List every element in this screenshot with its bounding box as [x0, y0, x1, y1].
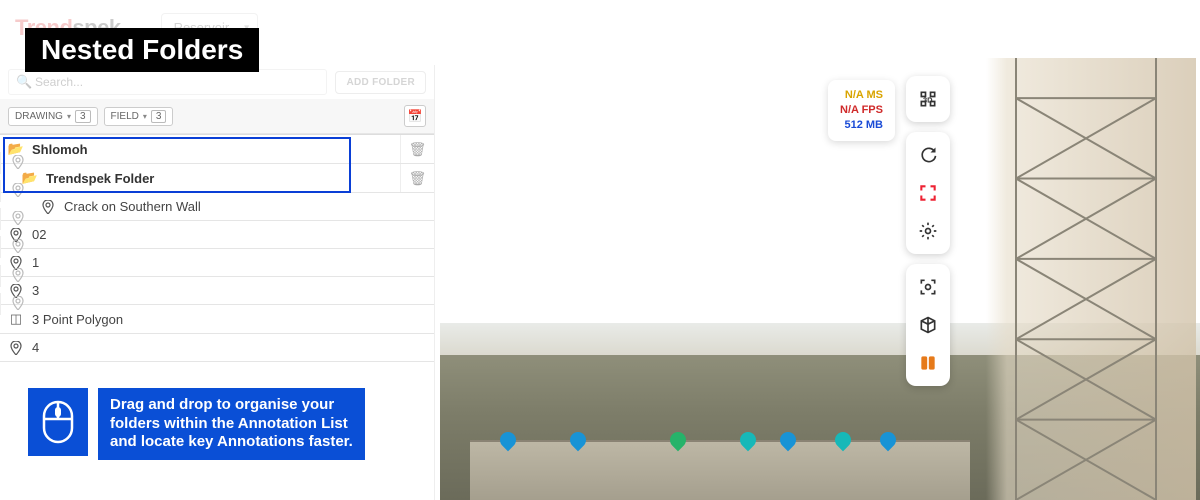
- annotation-pin[interactable]: [740, 432, 756, 454]
- trash-icon: 🗑: [409, 170, 427, 187]
- 3d-icon: 3D: [918, 89, 938, 109]
- annotation-row[interactable]: 1: [0, 249, 434, 277]
- filter-drawing-label: DRAWING: [15, 111, 63, 122]
- svg-text:3D: 3D: [923, 95, 933, 104]
- delete-button[interactable]: 🗑: [400, 135, 434, 163]
- pin-outline-icon: [12, 155, 24, 172]
- fullscreen-icon: [918, 183, 938, 203]
- row-label: Crack on Southern Wall: [64, 199, 201, 214]
- row-label: Trendspek Folder: [46, 171, 154, 186]
- filter-field-label: FIELD: [111, 111, 139, 122]
- pin-outline-icon: [12, 211, 24, 228]
- viewer-stats: N/A MS N/A FPS 512 MB: [828, 80, 895, 141]
- delete-button[interactable]: 🗑: [400, 164, 434, 192]
- focus-icon: [918, 277, 938, 297]
- stat-mb: 512 MB: [840, 118, 883, 133]
- annotation-row[interactable]: 02: [0, 221, 434, 249]
- locate-button[interactable]: [0, 265, 34, 287]
- stat-ms: N/A MS: [840, 88, 883, 103]
- viewer-toolbar: 3D: [906, 76, 950, 386]
- locate-button[interactable]: [0, 236, 34, 258]
- grid-icon: [918, 353, 938, 373]
- annotation-tree: 📂Shlomoh🗑📂Trendspek Folder🗑Crack on Sout…: [0, 134, 434, 362]
- map-pin-icon: [8, 341, 24, 355]
- tower-lattice-icon: [996, 58, 1176, 500]
- annotation-row[interactable]: 4: [0, 334, 434, 362]
- tool-group-1: 3D: [906, 76, 950, 122]
- gear-icon: [918, 221, 938, 241]
- row-label: 4: [32, 340, 39, 355]
- row-label: 3 Point Polygon: [32, 312, 123, 327]
- locate-button[interactable]: [0, 208, 34, 230]
- tip-line-3: and locate key Annotations faster.: [110, 433, 353, 452]
- mouse-icon: [28, 388, 88, 456]
- tip-line-1: Drag and drop to organise your: [110, 396, 353, 415]
- tutorial-tip-text: Drag and drop to organise your folders w…: [98, 388, 365, 460]
- tool-group-3: [906, 264, 950, 386]
- chevron-down-icon: ▾: [67, 112, 71, 121]
- stat-fps: N/A FPS: [840, 103, 883, 118]
- annotation-pin[interactable]: [670, 432, 686, 454]
- locate-button[interactable]: [0, 180, 34, 202]
- grid-button[interactable]: [906, 344, 950, 382]
- search-icon: 🔍: [16, 74, 32, 90]
- filter-drawing-count: 3: [75, 110, 91, 123]
- folder-row[interactable]: 📂Shlomoh🗑: [0, 135, 434, 164]
- refresh-button[interactable]: [906, 136, 950, 174]
- annotation-pin[interactable]: [500, 432, 516, 454]
- tutorial-banner: Nested Folders: [25, 28, 259, 72]
- annotation-row[interactable]: ◫3 Point Polygon: [0, 305, 434, 334]
- focus-button[interactable]: [906, 268, 950, 306]
- locate-button[interactable]: [0, 293, 34, 315]
- pin-outline-icon: [12, 268, 24, 285]
- tutorial-tip: Drag and drop to organise your folders w…: [28, 388, 365, 460]
- folder-row[interactable]: 📂Trendspek Folder🗑: [0, 164, 434, 193]
- annotation-pin[interactable]: [835, 432, 851, 454]
- annotation-pin[interactable]: [570, 432, 586, 454]
- tip-line-2: folders within the Annotation List: [110, 415, 353, 434]
- settings-button[interactable]: [906, 212, 950, 250]
- cube-button[interactable]: [906, 306, 950, 344]
- annotation-row[interactable]: Crack on Southern Wall: [0, 193, 434, 221]
- row-label: Shlomoh: [32, 142, 88, 157]
- fullscreen-button[interactable]: [906, 174, 950, 212]
- 3d-mode-button[interactable]: 3D: [906, 80, 950, 118]
- row-label: 02: [32, 227, 46, 242]
- filter-field[interactable]: FIELD ▾ 3: [104, 107, 174, 126]
- locate-button[interactable]: [0, 152, 34, 174]
- pin-outline-icon: [12, 183, 24, 200]
- calendar-icon: 📅: [408, 109, 423, 123]
- annotation-pin[interactable]: [780, 432, 796, 454]
- cube-icon: [918, 315, 938, 335]
- annotation-pin[interactable]: [880, 432, 896, 454]
- add-folder-button[interactable]: ADD FOLDER: [335, 71, 426, 94]
- viewer-tower: [986, 58, 1196, 500]
- tutorial-title: Nested Folders: [41, 34, 243, 65]
- annotation-row[interactable]: 3: [0, 277, 434, 305]
- filter-row: DRAWING ▾ 3 FIELD ▾ 3 📅: [0, 99, 434, 134]
- filter-drawing[interactable]: DRAWING ▾ 3: [8, 107, 98, 126]
- trash-icon: 🗑: [409, 141, 427, 158]
- 3d-viewer[interactable]: N/A MS N/A FPS 512 MB 3D: [440, 58, 1200, 500]
- refresh-icon: [918, 145, 938, 165]
- pin-outline-icon: [12, 296, 24, 313]
- calendar-button[interactable]: 📅: [404, 105, 426, 127]
- search-input[interactable]: [8, 69, 327, 95]
- pin-outline-icon: [12, 239, 24, 256]
- filter-field-count: 3: [151, 110, 167, 123]
- map-pin-icon: [40, 200, 56, 214]
- chevron-down-icon: ▾: [143, 112, 147, 121]
- tool-group-2: [906, 132, 950, 254]
